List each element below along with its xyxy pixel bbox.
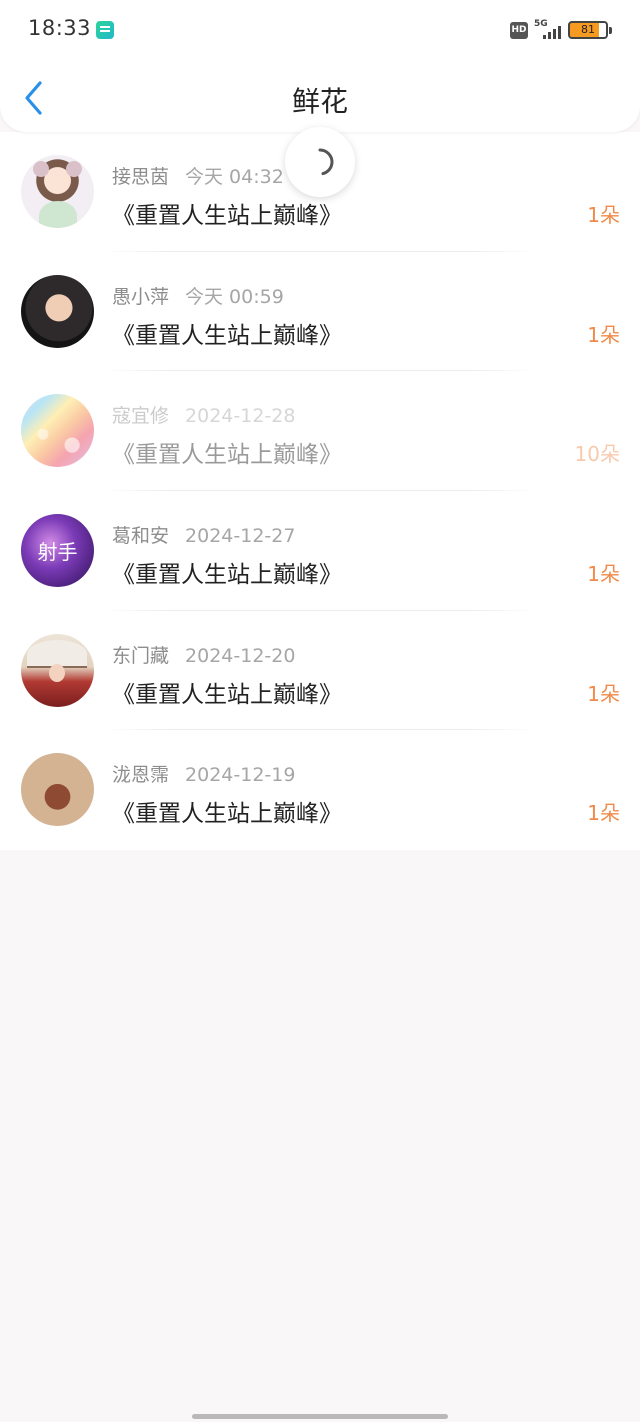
avatar[interactable]: 射手 [21, 514, 94, 588]
item-meta: 葛和安 2024-12-27 [112, 521, 295, 548]
list-item[interactable]: 射手 葛和安 2024-12-27 《重置人生站上巅峰》 1朵 [0, 491, 640, 611]
item-meta: 愚小萍 今天 00:59 [112, 282, 284, 309]
list-item[interactable]: 愚小萍 今天 00:59 《重置人生站上巅峰》 1朵 [0, 252, 640, 372]
signal-bar [543, 35, 546, 39]
item-date: 今天 04:32 [185, 166, 284, 188]
header: 18:33 HD 5G 81 鲜花 [0, 0, 640, 132]
nav-bar: 鲜花 [0, 62, 640, 132]
flower-count: 1朵 [587, 562, 620, 587]
item-meta: 寇宜修 2024-12-28 [112, 401, 295, 428]
avatar[interactable] [21, 394, 94, 468]
flower-count: 1朵 [587, 801, 620, 826]
network-type: 5G [534, 19, 548, 29]
item-date: 2024-12-19 [185, 764, 296, 787]
list-item[interactable]: 东门藏 2024-12-20 《重置人生站上巅峰》 1朵 [0, 611, 640, 731]
book-title: 《重置人生站上巅峰》 [112, 203, 342, 229]
avatar-image [39, 201, 77, 228]
flower-count: 1朵 [587, 203, 620, 227]
list-item[interactable]: 泷恩霈 2024-12-19 《重置人生站上巅峰》 1朵 [0, 730, 640, 850]
loading-spinner [285, 127, 355, 197]
user-name: 接思茵 [112, 166, 170, 188]
avatar[interactable] [21, 155, 94, 228]
book-title: 《重置人生站上巅峰》 [112, 322, 342, 349]
avatar[interactable] [21, 753, 94, 827]
user-name: 泷恩霈 [112, 764, 170, 787]
screen: 18:33 HD 5G 81 鲜花 接思茵 今天 04:32 《重置人生站上巅峰… [0, 0, 640, 1422]
page-title: 鲜花 [291, 85, 348, 118]
app-notification-icon [96, 21, 114, 39]
flower-count: 1朵 [587, 322, 620, 347]
item-date: 今天 00:59 [185, 285, 284, 308]
book-title: 《重置人生站上巅峰》 [112, 442, 342, 469]
user-name: 东门藏 [112, 644, 170, 667]
battery-icon: 81 [568, 21, 612, 39]
list-item[interactable]: 寇宜修 2024-12-28 《重置人生站上巅峰》 10朵 [0, 371, 640, 491]
user-name: 寇宜修 [112, 405, 170, 428]
avatar[interactable] [21, 633, 94, 707]
item-date: 2024-12-27 [185, 525, 296, 548]
loading-icon [318, 148, 334, 176]
status-time: 18:33 [28, 16, 92, 40]
flower-count: 1朵 [587, 681, 620, 706]
book-title: 《重置人生站上巅峰》 [112, 681, 342, 708]
home-indicator[interactable] [192, 1414, 448, 1419]
avatar-text: 射手 [37, 540, 78, 565]
item-date: 2024-12-20 [185, 644, 296, 667]
flower-list: 接思茵 今天 04:32 《重置人生站上巅峰》 1朵 愚小萍 今天 00:59 《重… [0, 132, 640, 851]
hd-icon: HD [510, 22, 528, 39]
signal-icon: 5G [534, 19, 561, 41]
book-title: 《重置人生站上巅峰》 [112, 801, 342, 828]
item-meta: 东门藏 2024-12-20 [112, 641, 295, 668]
signal-bar [558, 26, 561, 39]
avatar[interactable] [21, 274, 94, 348]
avatar-image [49, 663, 65, 682]
flower-count: 10朵 [574, 442, 620, 467]
user-name: 愚小萍 [112, 285, 170, 308]
item-meta: 泷恩霈 2024-12-19 [112, 760, 295, 787]
item-date: 2024-12-28 [185, 405, 296, 428]
book-title: 《重置人生站上巅峰》 [112, 562, 342, 589]
signal-bar [553, 29, 556, 39]
signal-bar [548, 32, 551, 39]
user-name: 葛和安 [112, 525, 170, 548]
status-bar: 18:33 HD 5G 81 [0, 0, 640, 60]
item-meta: 接思茵 今天 04:32 [112, 162, 284, 189]
